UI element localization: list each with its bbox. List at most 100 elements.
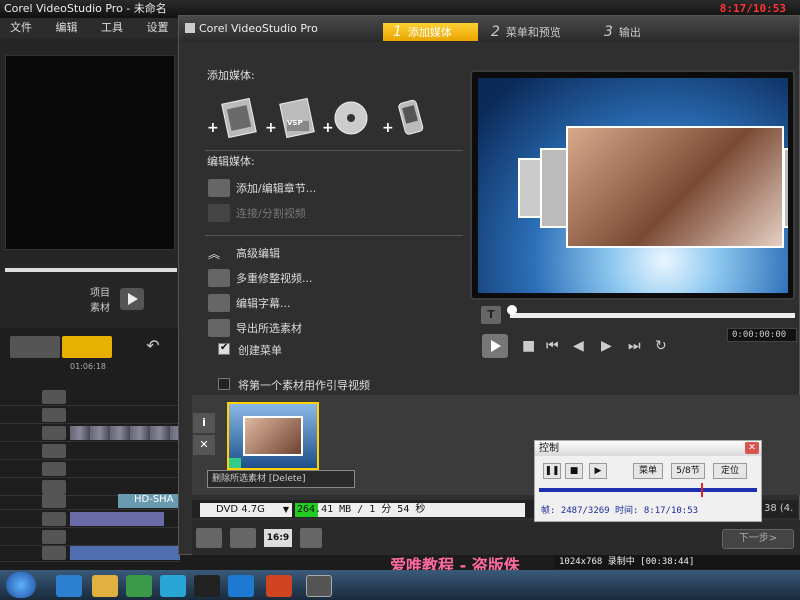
menu-edit[interactable]: 编辑	[56, 21, 78, 34]
preview-scrubber[interactable]	[510, 313, 795, 318]
bg-scrubber[interactable]	[5, 268, 177, 272]
timeline-clip-label[interactable]: HD-SHA	[118, 494, 180, 508]
clip-badge-icon	[229, 458, 241, 468]
recording-timeline[interactable]	[539, 488, 757, 492]
intro-video-label: 将第一个素材用作引导视频	[238, 379, 370, 392]
menu-button[interactable]: 菜单	[633, 463, 663, 479]
device-icon[interactable]	[388, 95, 436, 141]
track-video-icon	[42, 390, 66, 404]
play-button[interactable]	[482, 334, 508, 358]
qq-icon[interactable]	[194, 575, 220, 597]
track-music-icon	[42, 546, 66, 560]
prev-frame-icon[interactable]: ◀	[573, 338, 584, 354]
export-clip[interactable]: 导出所选素材	[208, 318, 302, 338]
step-add-media[interactable]: 1 添加媒体	[383, 23, 478, 41]
plus-icon: +	[207, 120, 219, 136]
edit-subtitle[interactable]: 编辑字幕...	[208, 293, 291, 313]
start-button-icon[interactable]	[6, 572, 36, 598]
title-clip[interactable]	[70, 512, 164, 526]
info-button[interactable]: i	[193, 413, 215, 433]
clip-label[interactable]: 素材	[90, 299, 110, 314]
settings-gear-icon[interactable]	[230, 528, 256, 548]
storyboard-view-button[interactable]	[10, 336, 60, 358]
multi-trim-video[interactable]: 多重修整视频...	[208, 268, 313, 288]
recorder-control-window: 控制 ✕ ❚❚ ■ ▶ 菜单 5/8节 定位 帧: 2487/3269 时间: 8…	[534, 440, 762, 522]
intro-video-checkbox[interactable]	[218, 378, 230, 390]
print-icon[interactable]	[300, 528, 322, 548]
qq-browser-icon[interactable]	[160, 575, 186, 597]
pause-icon[interactable]: ❚❚	[543, 463, 561, 479]
track-row	[0, 442, 180, 460]
bg-play-button[interactable]	[120, 288, 144, 310]
menu-settings[interactable]: 设置	[147, 21, 169, 34]
chapter-counter[interactable]: 5/8节	[671, 463, 705, 479]
disc-type-select[interactable]: DVD 4.7G ▼	[200, 503, 292, 517]
project-label[interactable]: 项目	[90, 284, 110, 299]
stop-icon[interactable]: ■	[565, 463, 583, 479]
join-split-video[interactable]: 连接/分割视频	[208, 203, 306, 223]
step-number: 1	[393, 24, 402, 40]
locate-button[interactable]: 定位	[713, 463, 747, 479]
menu-file[interactable]: 文件	[10, 21, 32, 34]
track-row	[0, 406, 180, 424]
create-menu-label: 创建菜单	[238, 344, 282, 357]
photo-card	[783, 148, 788, 228]
timecode-display[interactable]: 0:00:00:00	[727, 328, 797, 342]
stop-icon[interactable]: ■	[522, 338, 535, 354]
track-row	[0, 424, 180, 442]
music-clip[interactable]	[70, 546, 180, 560]
timeline-clip[interactable]	[70, 426, 180, 440]
timeline-view-button[interactable]	[62, 336, 112, 358]
step-menu-preview[interactable]: 2 菜单和预览	[485, 23, 595, 41]
track-overlay-icon	[42, 444, 66, 458]
track-overlay-icon	[42, 462, 66, 476]
ie-icon[interactable]	[56, 575, 82, 597]
aspect-ratio-button[interactable]: 16:9	[264, 529, 292, 547]
edit-media-label: 编辑媒体:	[207, 155, 255, 168]
advanced-label: 高级编辑	[236, 247, 280, 260]
step-output[interactable]: 3 输出	[598, 23, 698, 41]
undo-icon[interactable]: ↶	[140, 336, 166, 358]
media-thumbnail[interactable]	[227, 402, 319, 470]
vsp-project-icon[interactable]: VSP	[273, 95, 321, 141]
next-frame-icon[interactable]: ▶	[601, 338, 612, 354]
create-menu-checkbox[interactable]	[218, 342, 230, 355]
powerpoint-icon[interactable]	[266, 575, 292, 597]
step-label: 输出	[618, 26, 641, 39]
control-title: 控制	[539, 443, 559, 454]
capacity-text: 264.41 MB / 1 分 54 秒	[297, 504, 426, 515]
scrubber-handle[interactable]	[507, 305, 517, 315]
delete-tooltip: 删除所选素材 [Delete]	[207, 470, 355, 488]
play-icon[interactable]: ▶	[589, 463, 607, 479]
track-video-icon	[42, 426, 66, 440]
next-button[interactable]: 下一步>	[722, 529, 794, 549]
edit-subtitle-label: 编辑字幕...	[236, 297, 291, 310]
repeat-icon[interactable]: ↻	[655, 338, 667, 354]
play-icon	[128, 293, 138, 305]
disc-icon[interactable]	[327, 95, 375, 141]
add-edit-chapter[interactable]: 添加/编辑章节...	[208, 178, 316, 198]
start-icon[interactable]: ⏮	[546, 338, 559, 354]
menu-tools[interactable]: 工具	[101, 21, 123, 34]
thumbnail-photo	[243, 416, 303, 456]
videostudio-taskbar-icon[interactable]	[306, 575, 332, 597]
title-safe-icon[interactable]: T	[481, 306, 501, 324]
video-icon[interactable]	[215, 95, 263, 141]
split-icon	[208, 204, 230, 222]
bg-project-labels: 项目 素材	[90, 284, 110, 314]
messenger-icon[interactable]	[228, 575, 254, 597]
close-icon[interactable]: ✕	[745, 442, 759, 454]
add-media-label: 添加媒体:	[207, 69, 255, 82]
media-player-icon[interactable]	[126, 575, 152, 597]
folder-icon[interactable]	[92, 575, 118, 597]
subtitle-icon	[208, 294, 230, 312]
end-icon[interactable]: ⏭	[628, 338, 641, 354]
menu-list-icon[interactable]	[196, 528, 222, 548]
advanced-edit-toggle[interactable]: ︽ 高级编辑	[208, 243, 280, 263]
divider	[205, 235, 463, 236]
bg-menubar: 文件 编辑 工具 设置	[0, 18, 180, 38]
preview-window	[478, 78, 788, 293]
delete-button[interactable]: ✕	[193, 435, 215, 455]
multi-trim-icon	[208, 269, 230, 287]
export-clip-label: 导出所选素材	[236, 322, 302, 335]
